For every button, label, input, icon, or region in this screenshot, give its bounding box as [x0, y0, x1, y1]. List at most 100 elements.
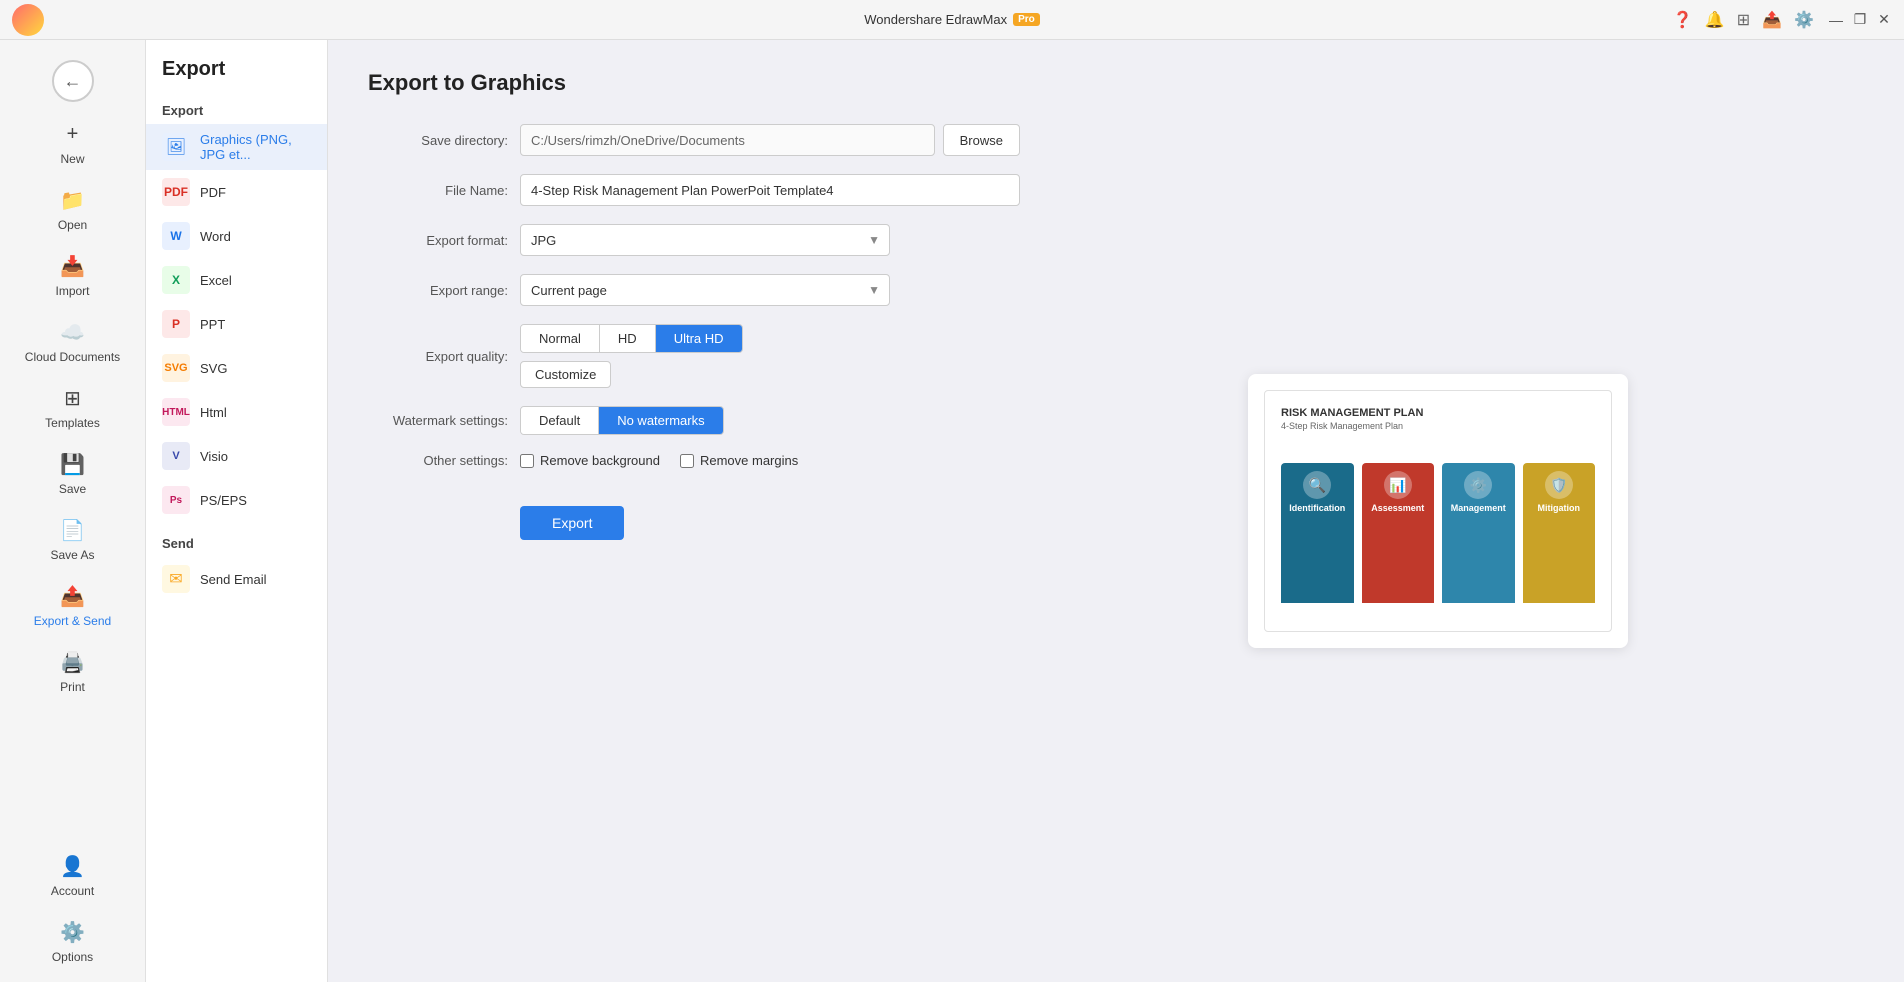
notification-icon[interactable]: 🔔 — [1705, 10, 1725, 30]
watermark-none-button[interactable]: No watermarks — [599, 407, 722, 434]
export-format-select[interactable]: JPG PNG BMP SVG TIFF — [520, 224, 890, 256]
options-icon: ⚙️ — [59, 918, 87, 946]
save-directory-input[interactable] — [520, 124, 935, 156]
sidebar-item-options[interactable]: ⚙️ Options — [0, 908, 145, 974]
export-type-graphics[interactable]: 🖼 Graphics (PNG, JPG et... — [146, 124, 327, 170]
export-type-excel[interactable]: X Excel — [146, 258, 327, 302]
saveas-icon: 📄 — [59, 516, 87, 544]
sidebar-item-label: Cloud Documents — [25, 350, 120, 364]
bar-3: ⚙️ Management — [1442, 463, 1515, 603]
sidebar-item-account[interactable]: 👤 Account — [0, 842, 145, 908]
file-name-input[interactable] — [520, 174, 1020, 206]
bar-3-label: Management — [1442, 503, 1515, 519]
remove-margins-label[interactable]: Remove margins — [680, 453, 798, 468]
back-button[interactable]: ← — [52, 60, 94, 102]
export-type-label: Visio — [200, 449, 228, 464]
sidebar-item-cloud[interactable]: ☁️ Cloud Documents — [0, 308, 145, 374]
quality-hd-button[interactable]: HD — [600, 325, 656, 352]
excel-icon: X — [162, 266, 190, 294]
save-icon: 💾 — [59, 450, 87, 478]
sidebar-item-label: New — [60, 152, 84, 166]
sidebar-item-templates[interactable]: ⊞ Templates — [0, 374, 145, 440]
sidebar-item-open[interactable]: 📁 Open — [0, 176, 145, 242]
sidebar-item-print[interactable]: 🖨️ Print — [0, 638, 145, 704]
customize-button[interactable]: Customize — [520, 361, 611, 388]
quality-group: Normal HD Ultra HD Customize — [520, 324, 743, 388]
other-settings-row: Other settings: Remove background Remove… — [368, 453, 1188, 468]
export-type-svg[interactable]: SVG SVG — [146, 346, 327, 390]
apps-icon[interactable]: ⊞ — [1737, 10, 1750, 30]
remove-background-text: Remove background — [540, 453, 660, 468]
export-quality-row: Export quality: Normal HD Ultra HD Custo… — [368, 324, 1188, 388]
file-name-control — [520, 174, 1020, 206]
email-icon: ✉ — [162, 565, 190, 593]
bar-4: 🛡️ Mitigation — [1523, 463, 1596, 603]
pdf-icon: PDF — [162, 178, 190, 206]
save-directory-control: Browse — [520, 124, 1020, 156]
export-type-visio[interactable]: V Visio — [146, 434, 327, 478]
preview-area: RISK MANAGEMENT PLAN 4-Step Risk Managem… — [1228, 40, 1648, 982]
sidebar-item-label: Export & Send — [34, 614, 111, 628]
sidebar-nav: ← + New 📁 Open 📥 Import ☁️ Cloud Documen… — [0, 40, 146, 982]
main-content: Export to Graphics Save directory: Brows… — [328, 40, 1904, 982]
export-type-pseps[interactable]: Ps PS/EPS — [146, 478, 327, 522]
close-button[interactable]: ✕ — [1876, 12, 1892, 28]
send-email-item[interactable]: ✉ Send Email — [146, 557, 327, 601]
visio-icon: V — [162, 442, 190, 470]
bar-mitigation: 🛡️ Mitigation — [1523, 443, 1596, 603]
export-format-label: Export format: — [368, 233, 508, 248]
save-directory-row: Save directory: Browse — [368, 124, 1188, 156]
browse-button[interactable]: Browse — [943, 124, 1020, 156]
export-type-label: SVG — [200, 361, 227, 376]
bar-management: ⚙️ Management — [1442, 443, 1515, 603]
sidebar-item-saveas[interactable]: 📄 Save As — [0, 506, 145, 572]
sidebar-item-save[interactable]: 💾 Save — [0, 440, 145, 506]
sidebar-item-label: Print — [60, 680, 85, 694]
export-button-row: Export — [520, 486, 1188, 540]
titlebar-actions: ❓ 🔔 ⊞ 📤 ⚙️ — [1673, 10, 1814, 30]
minimize-button[interactable]: — — [1828, 12, 1844, 28]
sidebar-item-new[interactable]: + New — [0, 110, 145, 176]
export-type-label: Word — [200, 229, 231, 244]
export-form-title: Export to Graphics — [368, 70, 1188, 96]
watermark-default-button[interactable]: Default — [521, 407, 599, 434]
sidebar-item-import[interactable]: 📥 Import — [0, 242, 145, 308]
avatar — [12, 4, 44, 36]
export-range-label: Export range: — [368, 283, 508, 298]
export-type-html[interactable]: HTML Html — [146, 390, 327, 434]
sidebar-item-label: Save As — [50, 548, 94, 562]
export-section-heading: Export — [146, 93, 327, 124]
export-type-pdf[interactable]: PDF PDF — [146, 170, 327, 214]
export-type-ppt[interactable]: P PPT — [146, 302, 327, 346]
bar-identification: 🔍 Identification — [1281, 443, 1354, 603]
send-section-heading: Send — [146, 526, 327, 557]
settings-icon[interactable]: ⚙️ — [1794, 10, 1814, 30]
preview-inner: RISK MANAGEMENT PLAN 4-Step Risk Managem… — [1264, 390, 1612, 632]
remove-background-checkbox[interactable] — [520, 454, 534, 468]
export-type-label: PS/EPS — [200, 493, 247, 508]
export-quality-label: Export quality: — [368, 349, 508, 364]
export-range-select[interactable]: Current page All pages Selected objects — [520, 274, 890, 306]
bar-4-icon: 🛡️ — [1545, 471, 1573, 499]
sidebar-item-export[interactable]: 📤 Export & Send — [0, 572, 145, 638]
remove-margins-checkbox[interactable] — [680, 454, 694, 468]
export-range-row: Export range: Current page All pages Sel… — [368, 274, 1188, 306]
export-button[interactable]: Export — [520, 506, 624, 540]
save-directory-label: Save directory: — [368, 133, 508, 148]
quality-normal-button[interactable]: Normal — [521, 325, 600, 352]
export-type-word[interactable]: W Word — [146, 214, 327, 258]
quality-ultrahd-button[interactable]: Ultra HD — [656, 325, 742, 352]
sidebar-item-label: Options — [52, 950, 93, 964]
graphics-icon: 🖼 — [162, 133, 190, 161]
bar-2-label: Assessment — [1362, 503, 1435, 519]
chart-subtitle: 4-Step Risk Management Plan — [1281, 421, 1595, 431]
export-type-label: Excel — [200, 273, 232, 288]
preview-chart: RISK MANAGEMENT PLAN 4-Step Risk Managem… — [1265, 391, 1611, 631]
restore-button[interactable]: ❐ — [1852, 12, 1868, 28]
share-icon[interactable]: 📤 — [1762, 10, 1782, 30]
help-icon[interactable]: ❓ — [1673, 10, 1693, 30]
print-icon: 🖨️ — [59, 648, 87, 676]
export-type-label: PPT — [200, 317, 225, 332]
export-icon: 📤 — [59, 582, 87, 610]
remove-background-label[interactable]: Remove background — [520, 453, 660, 468]
